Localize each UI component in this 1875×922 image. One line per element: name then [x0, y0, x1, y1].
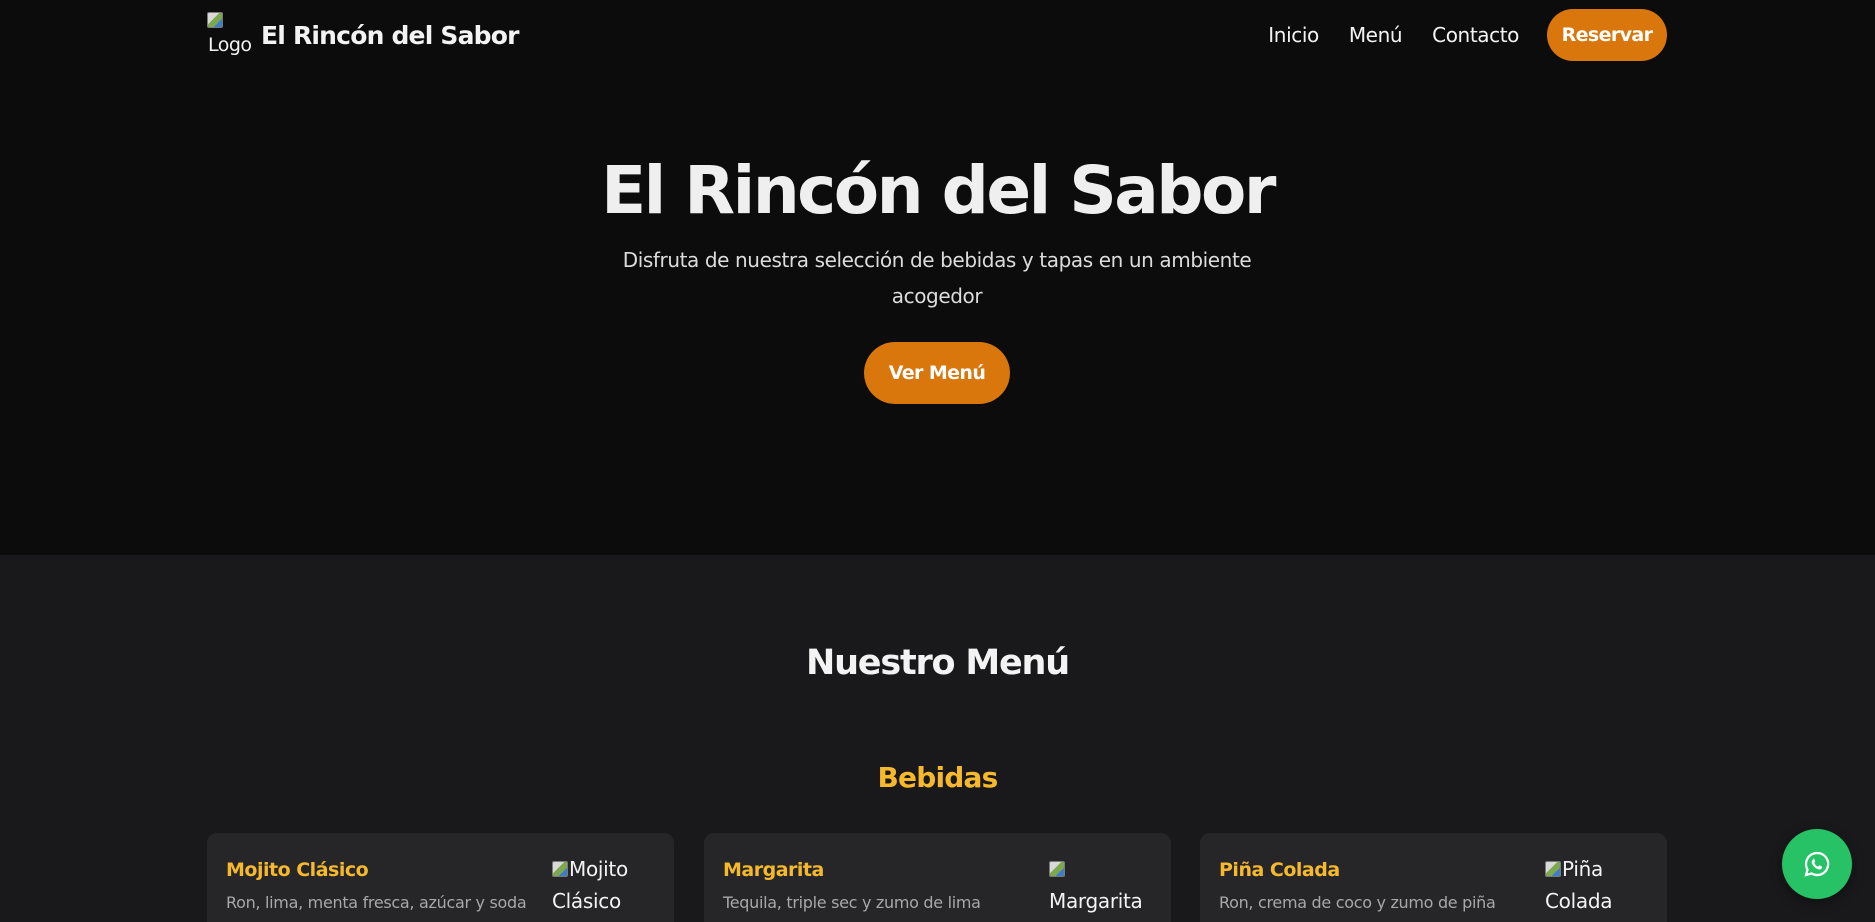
hero-title: El Rincón del Sabor	[601, 152, 1276, 229]
logo-image: Logo	[207, 12, 252, 58]
menu-item-image: Mojito Clásico	[552, 853, 652, 922]
menu-item-description: Ron, lima, menta fresca, azúcar y soda	[226, 893, 527, 912]
broken-image-icon	[207, 12, 223, 28]
image-alt-text: Clásico	[552, 889, 621, 913]
broken-image-icon	[1545, 861, 1561, 877]
broken-image-icon	[552, 861, 568, 877]
brand-name[interactable]: El Rincón del Sabor	[261, 21, 519, 50]
hero-subtitle: Disfruta de nuestra selección de bebidas…	[622, 248, 1252, 308]
image-alt-text: Margarita	[1049, 889, 1143, 913]
menu-item-description: Tequila, triple sec y zumo de lima	[723, 893, 981, 912]
hero-section: El Rincón del Sabor Disfruta de nuestra …	[0, 72, 1875, 555]
menu-item-name: Mojito Clásico	[226, 859, 369, 881]
menu-item-image: Margarita	[1049, 853, 1149, 922]
whatsapp-button[interactable]	[1782, 829, 1852, 899]
nav-link-inicio[interactable]: Inicio	[1268, 23, 1319, 47]
menu-section: Nuestro Menú Bebidas Mojito Clásico Ron,…	[0, 555, 1875, 922]
menu-item-card[interactable]: Mojito Clásico Ron, lima, menta fresca, …	[207, 833, 674, 922]
reserve-button[interactable]: Reservar	[1547, 9, 1667, 61]
image-alt-text: Piña	[1562, 857, 1603, 881]
image-alt-text: Mojito	[569, 857, 628, 881]
site-header: Logo El Rincón del Sabor Inicio Menú Con…	[0, 0, 1875, 72]
nav-link-menu[interactable]: Menú	[1349, 23, 1403, 47]
menu-item-card[interactable]: Piña Colada Ron, crema de coco y zumo de…	[1200, 833, 1667, 922]
menu-item-name: Margarita	[723, 859, 824, 881]
menu-title: Nuestro Menú	[805, 643, 1070, 683]
view-menu-button[interactable]: Ver Menú	[864, 342, 1010, 404]
broken-image-icon	[1049, 861, 1065, 877]
menu-item-image: Piña Colada	[1545, 853, 1645, 922]
image-alt-text: Colada	[1545, 889, 1613, 913]
nav-link-contacto[interactable]: Contacto	[1432, 23, 1519, 47]
whatsapp-icon	[1804, 851, 1830, 877]
menu-item-name: Piña Colada	[1219, 859, 1340, 881]
logo-alt-text: Logo	[208, 34, 252, 56]
menu-item-description: Ron, crema de coco y zumo de piña	[1219, 893, 1496, 912]
category-title: Bebidas	[877, 761, 999, 794]
main-nav: Inicio Menú Contacto Reservar	[1268, 9, 1667, 61]
brand[interactable]: Logo El Rincón del Sabor	[207, 12, 519, 58]
menu-item-card[interactable]: Margarita Tequila, triple sec y zumo de …	[704, 833, 1171, 922]
